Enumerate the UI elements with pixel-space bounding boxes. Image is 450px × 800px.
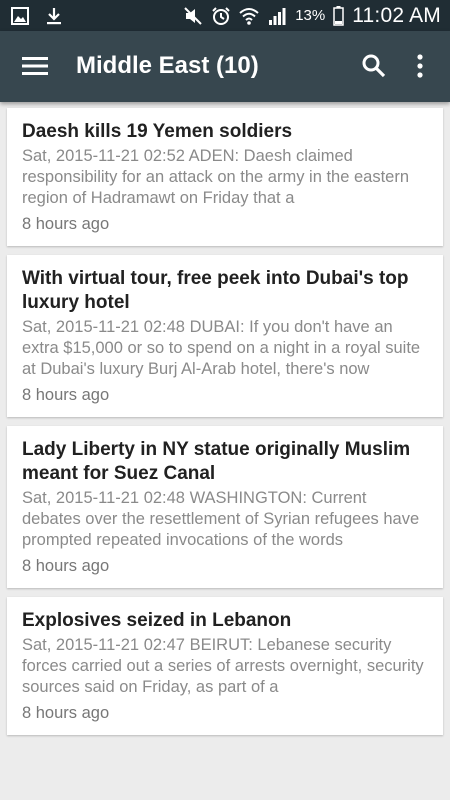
status-bar: 13% 11:02 AM [0, 0, 450, 31]
article-list: Daesh kills 19 Yemen soldiers Sat, 2015-… [7, 108, 443, 744]
wifi-icon [239, 7, 259, 25]
article-card[interactable]: Daesh kills 19 Yemen soldiers Sat, 2015-… [7, 108, 443, 246]
article-age: 8 hours ago [22, 215, 110, 233]
article-snippet: Sat, 2015-11-21 02:48 DUBAI: If you don'… [22, 318, 421, 378]
article-card[interactable]: Explosives seized in Lebanon Sat, 2015-1… [7, 597, 443, 735]
article-card[interactable]: With virtual tour, free peek into Dubai'… [7, 255, 443, 417]
mute-icon [184, 6, 202, 25]
download-icon [47, 8, 61, 25]
article-card[interactable]: Lady Liberty in NY statue originally Mus… [7, 426, 443, 588]
more-options-icon[interactable] [409, 53, 431, 79]
battery-percent: 13% [295, 7, 326, 24]
article-snippet: Sat, 2015-11-21 02:47 BEIRUT: Lebanese s… [22, 636, 424, 696]
article-snippet: Sat, 2015-11-21 02:52 ADEN: Daesh claime… [22, 147, 410, 207]
clock: 11:02 AM [352, 3, 441, 27]
article-title: Lady Liberty in NY statue originally Mus… [22, 439, 411, 484]
battery-icon [333, 5, 344, 26]
article-title: Daesh kills 19 Yemen soldiers [22, 121, 293, 142]
page-title: Middle East (10) [76, 52, 259, 79]
article-title: Explosives seized in Lebanon [22, 610, 292, 631]
image-icon [11, 7, 29, 25]
article-age: 8 hours ago [22, 704, 110, 722]
article-title: With virtual tour, free peek into Dubai'… [22, 268, 409, 313]
article-age: 8 hours ago [22, 386, 110, 404]
alarm-icon [212, 6, 230, 25]
search-icon[interactable] [361, 53, 387, 79]
menu-icon[interactable] [22, 53, 48, 79]
app-bar: Middle East (10) [0, 31, 450, 102]
article-snippet: Sat, 2015-11-21 02:48 WASHINGTON: Curren… [22, 489, 420, 549]
signal-icon [269, 7, 286, 25]
article-age: 8 hours ago [22, 557, 110, 575]
